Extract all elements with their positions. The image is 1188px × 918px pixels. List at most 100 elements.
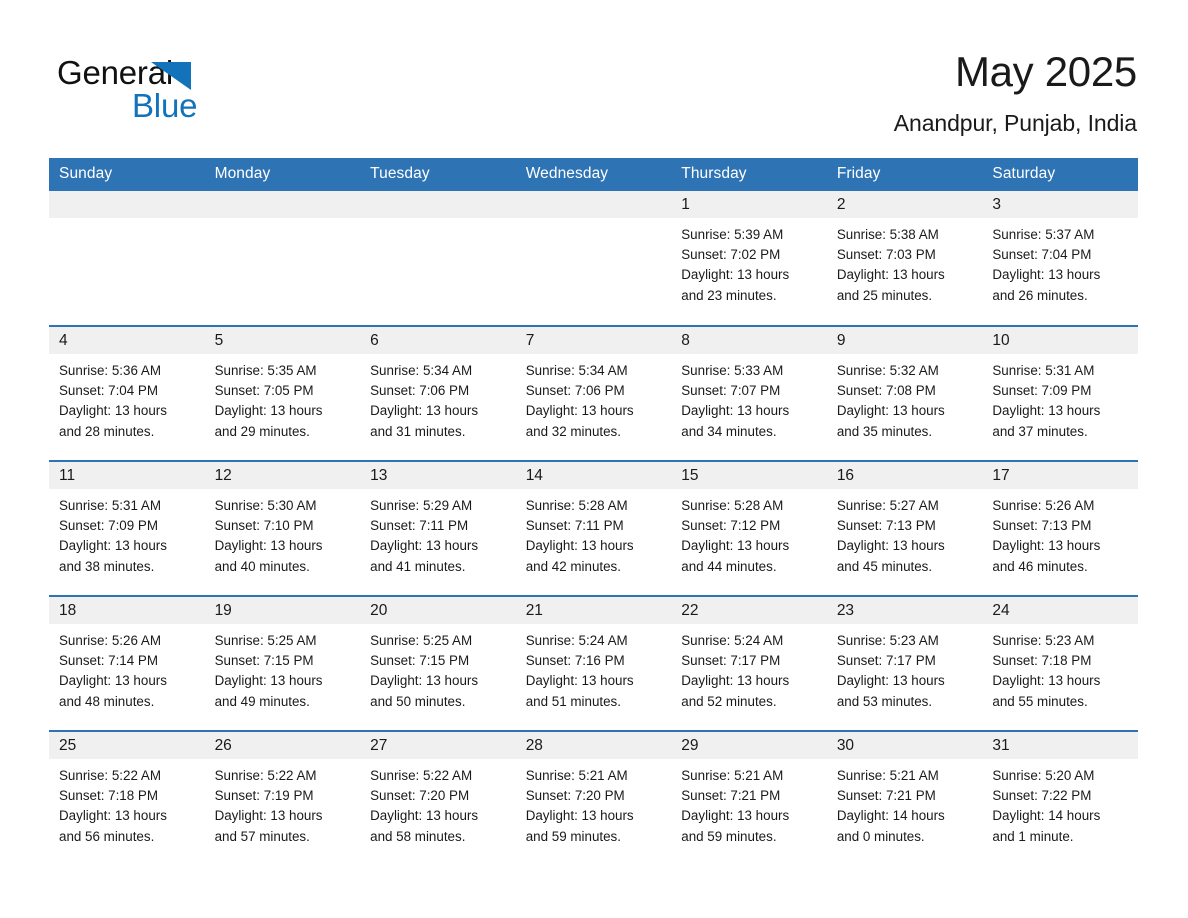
- daylight-text-line2: and 1 minute.: [992, 828, 1074, 844]
- sunrise-text: Sunrise: 5:22 AM: [59, 768, 161, 783]
- calendar-day-cell[interactable]: 3 Sunrise: 5:37 AM Sunset: 7:04 PM Daylight…: [982, 191, 1138, 326]
- calendar-day-cell[interactable]: 25 Sunrise: 5:22 AM Sunset: 7:18 PM Dayligh…: [49, 730, 205, 866]
- day-details: Sunrise: 5:28 AM Sunset: 7:11 PM Daylight:…: [516, 489, 672, 577]
- sunset-text: Sunset: 7:21 PM: [681, 788, 781, 804]
- day-details: Sunrise: 5:27 AM Sunset: 7:13 PM Daylight:…: [827, 489, 983, 577]
- weekday-header-friday: Friday: [826, 158, 983, 191]
- daylight-text-line1: Daylight: 13 hours: [992, 538, 1101, 554]
- day-number: 3: [982, 191, 1138, 218]
- day-number: [49, 191, 205, 218]
- calendar-day-cell[interactable]: 21 Sunrise: 5:24 AM Sunset: 7:16 PM Dayligh…: [515, 595, 672, 731]
- calendar-week-row: 18 Sunrise: 5:26 AM Sunset: 7:14 PM Dayligh…: [49, 595, 1138, 731]
- daylight-text-line1: Daylight: 13 hours: [214, 538, 323, 554]
- day-number: 7: [515, 327, 672, 354]
- calendar-day-cell[interactable]: 23 Sunrise: 5:23 AM Sunset: 7:17 PM Dayligh…: [826, 595, 983, 731]
- title-block: May 2025 Anandpur, Punjab, India: [893, 46, 1138, 138]
- daylight-text-line1: Daylight: 13 hours: [992, 403, 1101, 419]
- calendar-day-cell[interactable]: 7 Sunrise: 5:34 AM Sunset: 7:06 PM Daylight…: [515, 325, 672, 461]
- page-header: General Blue May 2025 Anandpur, Punjab, …: [0, 0, 1188, 150]
- daylight-text-line1: Daylight: 13 hours: [836, 538, 945, 554]
- sunrise-text: Sunrise: 5:36 AM: [59, 363, 161, 378]
- sunset-text: Sunset: 7:04 PM: [59, 383, 158, 399]
- day-number: 21: [515, 597, 672, 624]
- calendar-day-cell[interactable]: 8 Sunrise: 5:33 AM Sunset: 7:07 PM Daylight…: [671, 325, 827, 461]
- calendar-day-cell[interactable]: 2 Sunrise: 5:38 AM Sunset: 7:03 PM Daylight…: [826, 191, 983, 326]
- day-number: 16: [826, 462, 983, 489]
- calendar-page: General Blue May 2025 Anandpur, Punjab, …: [0, 0, 1188, 918]
- calendar-day-cell[interactable]: 24 Sunrise: 5:23 AM Sunset: 7:18 PM Dayligh…: [982, 595, 1138, 731]
- daylight-text-line2: and 25 minutes.: [836, 287, 933, 303]
- calendar-day-cell[interactable]: 12 Sunrise: 5:30 AM Sunset: 7:10 PM Dayligh…: [204, 460, 361, 596]
- calendar-day-cell[interactable]: 13 Sunrise: 5:29 AM Sunset: 7:11 PM Dayligh…: [360, 460, 516, 596]
- calendar-day-cell[interactable]: 17 Sunrise: 5:26 AM Sunset: 7:13 PM Dayligh…: [982, 460, 1138, 596]
- weekday-header-monday: Monday: [204, 158, 361, 191]
- calendar-day-cell[interactable]: 15 Sunrise: 5:28 AM Sunset: 7:12 PM Dayligh…: [671, 460, 827, 596]
- page-title: May 2025: [954, 48, 1137, 95]
- weekday-header-wednesday: Wednesday: [515, 158, 672, 191]
- general-blue-logo[interactable]: General Blue: [57, 55, 257, 125]
- calendar-day-cell[interactable]: 5 Sunrise: 5:35 AM Sunset: 7:05 PM Daylight…: [204, 325, 361, 461]
- daylight-text-line2: and 57 minutes.: [214, 828, 310, 844]
- day-details: Sunrise: 5:24 AM Sunset: 7:16 PM Daylight:…: [516, 624, 672, 712]
- calendar-day-cell[interactable]: 28 Sunrise: 5:21 AM Sunset: 7:20 PM Dayligh…: [515, 730, 672, 866]
- daylight-text-line1: Daylight: 13 hours: [59, 808, 167, 824]
- calendar-day-cell[interactable]: 22 Sunrise: 5:24 AM Sunset: 7:17 PM Dayligh…: [671, 595, 827, 731]
- sunset-text: Sunset: 7:17 PM: [836, 653, 936, 669]
- day-details: Sunrise: 5:31 AM Sunset: 7:09 PM Daylight:…: [49, 489, 205, 577]
- sunset-text: Sunset: 7:12 PM: [681, 518, 781, 534]
- daylight-text-line2: and 32 minutes.: [525, 423, 621, 439]
- calendar-day-cell[interactable]: 11 Sunrise: 5:31 AM Sunset: 7:09 PM Dayligh…: [49, 460, 205, 596]
- calendar-body: 1 Sunrise: 5:39 AM Sunset: 7:02 PM Daylight…: [49, 191, 1138, 866]
- daylight-text-line1: Daylight: 13 hours: [370, 673, 479, 689]
- daylight-text-line2: and 58 minutes.: [370, 828, 466, 844]
- logo-text-blue: Blue: [132, 87, 198, 124]
- sunset-text: Sunset: 7:06 PM: [370, 383, 470, 399]
- calendar-day-cell[interactable]: 31 Sunrise: 5:20 AM Sunset: 7:22 PM Dayligh…: [982, 730, 1138, 866]
- sunset-text: Sunset: 7:11 PM: [525, 518, 624, 534]
- sunrise-text: Sunrise: 5:34 AM: [370, 363, 473, 378]
- sunrise-text: Sunrise: 5:20 AM: [992, 768, 1095, 783]
- calendar-day-cell[interactable]: 27 Sunrise: 5:22 AM Sunset: 7:20 PM Dayligh…: [360, 730, 516, 866]
- sunrise-text: Sunrise: 5:34 AM: [525, 363, 628, 378]
- weekday-header-sunday: Sunday: [49, 158, 205, 191]
- sunset-text: Sunset: 7:15 PM: [214, 653, 314, 669]
- daylight-text-line2: and 55 minutes.: [992, 693, 1088, 709]
- calendar-day-cell[interactable]: 14 Sunrise: 5:28 AM Sunset: 7:11 PM Dayligh…: [515, 460, 672, 596]
- sunset-text: Sunset: 7:17 PM: [681, 653, 781, 669]
- day-details: Sunrise: 5:30 AM Sunset: 7:10 PM Daylight:…: [205, 489, 361, 577]
- page-subtitle: Anandpur, Punjab, India: [893, 110, 1137, 136]
- calendar-day-cell[interactable]: 10 Sunrise: 5:31 AM Sunset: 7:09 PM Dayligh…: [982, 325, 1138, 461]
- calendar-day-cell[interactable]: 30 Sunrise: 5:21 AM Sunset: 7:21 PM Dayligh…: [826, 730, 983, 866]
- daylight-text-line2: and 51 minutes.: [525, 693, 621, 709]
- calendar-day-cell[interactable]: 1 Sunrise: 5:39 AM Sunset: 7:02 PM Daylight…: [671, 191, 827, 326]
- sunset-text: Sunset: 7:04 PM: [992, 247, 1092, 263]
- calendar-day-cell[interactable]: 19 Sunrise: 5:25 AM Sunset: 7:15 PM Dayligh…: [204, 595, 361, 731]
- calendar-day-cell[interactable]: 9 Sunrise: 5:32 AM Sunset: 7:08 PM Daylight…: [826, 325, 983, 461]
- daylight-text-line1: Daylight: 13 hours: [681, 403, 790, 419]
- calendar-day-cell[interactable]: 20 Sunrise: 5:25 AM Sunset: 7:15 PM Dayligh…: [360, 595, 516, 731]
- calendar-day-cell[interactable]: 16 Sunrise: 5:27 AM Sunset: 7:13 PM Dayligh…: [826, 460, 983, 596]
- sunrise-text: Sunrise: 5:32 AM: [836, 363, 939, 378]
- day-number: 4: [49, 327, 205, 354]
- calendar-day-cell[interactable]: 18 Sunrise: 5:26 AM Sunset: 7:14 PM Dayligh…: [49, 595, 205, 731]
- calendar-day-cell[interactable]: 6 Sunrise: 5:34 AM Sunset: 7:06 PM Daylight…: [360, 325, 516, 461]
- calendar-day-cell[interactable]: 26 Sunrise: 5:22 AM Sunset: 7:19 PM Dayligh…: [204, 730, 361, 866]
- daylight-text-line1: Daylight: 14 hours: [992, 808, 1101, 824]
- day-number: 12: [204, 462, 361, 489]
- calendar-day-cell[interactable]: 29 Sunrise: 5:21 AM Sunset: 7:21 PM Dayligh…: [671, 730, 827, 866]
- sunrise-text: Sunrise: 5:26 AM: [59, 633, 161, 648]
- day-details: Sunrise: 5:28 AM Sunset: 7:12 PM Daylight:…: [671, 489, 827, 577]
- daylight-text-line2: and 23 minutes.: [681, 287, 777, 303]
- daylight-text-line1: Daylight: 13 hours: [370, 403, 479, 419]
- daylight-text-line2: and 52 minutes.: [681, 693, 777, 709]
- day-details: Sunrise: 5:25 AM Sunset: 7:15 PM Daylight:…: [205, 624, 361, 712]
- sunrise-text: Sunrise: 5:38 AM: [836, 227, 939, 242]
- calendar-day-cell[interactable]: 4 Sunrise: 5:36 AM Sunset: 7:04 PM Daylight…: [49, 325, 205, 461]
- calendar-week-row: 11 Sunrise: 5:31 AM Sunset: 7:09 PM Dayligh…: [49, 460, 1138, 596]
- day-details: Sunrise: 5:24 AM Sunset: 7:17 PM Daylight:…: [671, 624, 827, 712]
- day-details: Sunrise: 5:39 AM Sunset: 7:02 PM Daylight:…: [671, 218, 827, 306]
- daylight-text-line2: and 34 minutes.: [681, 423, 777, 439]
- daylight-text-line2: and 59 minutes.: [525, 828, 621, 844]
- sunset-text: Sunset: 7:22 PM: [992, 788, 1092, 804]
- daylight-text-line2: and 41 minutes.: [370, 558, 466, 574]
